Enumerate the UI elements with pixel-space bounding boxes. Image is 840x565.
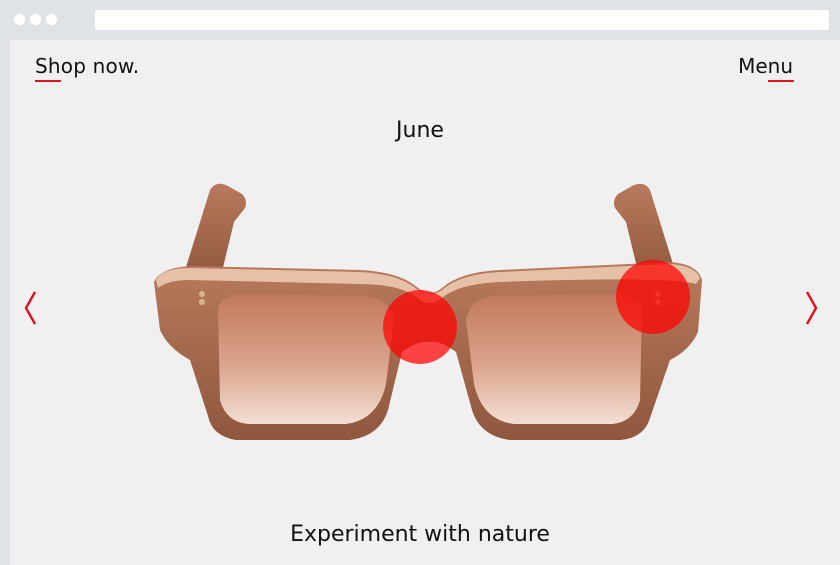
- menu-underline: [768, 80, 794, 82]
- chevron-right-icon[interactable]: [802, 288, 820, 328]
- shop-now-underline: [35, 80, 61, 82]
- product-name: June: [396, 118, 444, 143]
- bridge-hotspot[interactable]: [383, 290, 457, 364]
- hinge-hotspot[interactable]: [616, 260, 690, 334]
- window-control-dot[interactable]: [30, 14, 41, 25]
- menu-link[interactable]: Menu: [738, 54, 793, 78]
- browser-window: Shop now. Menu June Experiment with natu…: [0, 0, 840, 565]
- browser-toolbar: [0, 0, 840, 40]
- address-bar[interactable]: [95, 10, 829, 30]
- chevron-left-icon[interactable]: [22, 288, 40, 328]
- window-control-dot[interactable]: [14, 14, 25, 25]
- product-tagline: Experiment with nature: [290, 522, 550, 547]
- window-control-dot[interactable]: [46, 14, 57, 25]
- page-viewport: Shop now. Menu June Experiment with natu…: [10, 40, 840, 565]
- shop-now-link[interactable]: Shop now.: [35, 54, 139, 78]
